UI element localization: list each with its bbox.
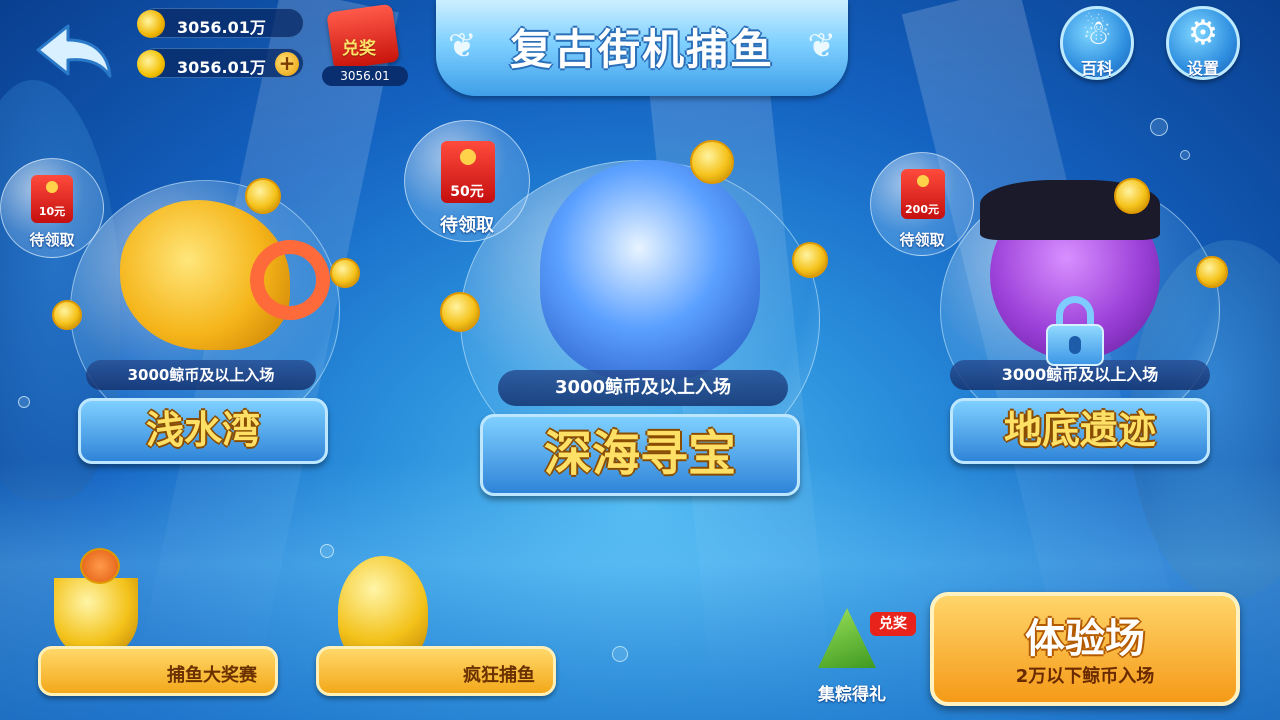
gold-coin-icon xyxy=(137,50,165,78)
bubble-decoration xyxy=(1150,118,1168,136)
gold-coin-value: 3056.01万 xyxy=(177,58,266,77)
gold-coin-icon xyxy=(440,292,480,332)
trial-room-subtitle: 2万以下鲸币入场 xyxy=(1015,666,1155,687)
shark-character xyxy=(540,160,760,380)
zongzi-event-label: 集粽得礼 xyxy=(818,685,886,705)
crazy-fishing-button[interactable]: 疯狂捕鱼 xyxy=(316,548,560,712)
gold-coin-icon xyxy=(245,178,281,214)
room-name: 深海寻宝 xyxy=(480,414,800,496)
settings-button[interactable]: ⚙ 设置 xyxy=(1166,6,1240,80)
encyclopedia-button[interactable]: ☃ 百科 xyxy=(1060,6,1134,80)
lock-icon xyxy=(1046,296,1104,366)
redeem-amount: 3056.01 xyxy=(322,66,408,86)
encyclopedia-label: 百科 xyxy=(1080,59,1113,78)
gold-coin-icon xyxy=(1114,178,1150,214)
reward-amount: 10元 xyxy=(38,205,66,218)
gold-coin-balance: 3056.01万 + xyxy=(137,48,304,78)
life-ring-icon xyxy=(250,240,330,320)
reward-claim-label: 待领取 xyxy=(899,231,945,249)
settings-label: 设置 xyxy=(1186,59,1219,78)
gold-coin-icon xyxy=(52,300,82,330)
reward-amount: 50元 xyxy=(450,184,484,200)
gold-coin-icon xyxy=(1196,256,1228,288)
red-packet-reward[interactable]: 200元 待领取 xyxy=(870,152,974,256)
back-arrow-icon xyxy=(36,24,112,78)
title-banner: ❦ 复古街机捕鱼 ❦ xyxy=(436,0,848,96)
laurel-right-icon: ❦ xyxy=(807,26,837,66)
back-button[interactable] xyxy=(34,22,114,78)
page-title: 复古街机捕鱼 xyxy=(509,25,774,74)
gold-coin-icon xyxy=(792,242,828,278)
trial-room-button[interactable]: 体验场 2万以下鲸币入场 xyxy=(930,592,1240,706)
bubble-decoration xyxy=(18,396,30,408)
fish-coin-balance: 3056.01万 xyxy=(137,8,304,38)
tournament-label: 捕鱼大奖赛 xyxy=(167,665,257,686)
fishing-tournament-button[interactable]: 捕鱼大奖赛 xyxy=(26,548,282,712)
fish-coin-value: 3056.01万 xyxy=(177,18,266,37)
reward-claim-label: 待领取 xyxy=(440,215,494,236)
gold-coin-icon xyxy=(330,258,360,288)
room-name: 地底遗迹 xyxy=(950,398,1210,464)
trial-room-title: 体验场 xyxy=(1025,616,1145,662)
redeem-label: 兑奖 xyxy=(342,39,376,59)
gold-coin-icon xyxy=(690,140,734,184)
room-name: 浅水湾 xyxy=(78,398,328,464)
fish-coin-icon xyxy=(137,10,165,38)
red-packet-reward[interactable]: 10元 待领取 xyxy=(0,158,104,258)
redeem-button[interactable]: 兑奖 3056.01 xyxy=(320,3,410,86)
pufferfish-icon xyxy=(80,548,120,584)
octopus-icon: ☃ xyxy=(1081,13,1113,53)
room-entry-requirement: 3000鲸币及以上入场 xyxy=(498,370,788,406)
room-entry-requirement: 3000鲸币及以上入场 xyxy=(86,360,316,390)
reward-amount: 200元 xyxy=(905,203,939,216)
bubble-decoration xyxy=(612,646,628,662)
tournament-plate: 捕鱼大奖赛 xyxy=(38,646,278,696)
top-bar: 3056.01万 3056.01万 + 兑奖 3056.01 ❦ 复古街机捕鱼 … xyxy=(0,0,1280,100)
bubble-decoration xyxy=(1180,150,1190,160)
red-packet-reward[interactable]: 50元 待领取 xyxy=(404,120,530,242)
reward-claim-label: 待领取 xyxy=(29,231,75,249)
add-coins-button[interactable]: + xyxy=(275,52,299,76)
zongzi-redeem-badge: 兑奖 xyxy=(870,612,916,636)
crazy-fishing-label: 疯狂捕鱼 xyxy=(463,665,535,686)
gear-icon: ⚙ xyxy=(1187,13,1219,53)
crazy-fishing-plate: 疯狂捕鱼 xyxy=(316,646,556,696)
